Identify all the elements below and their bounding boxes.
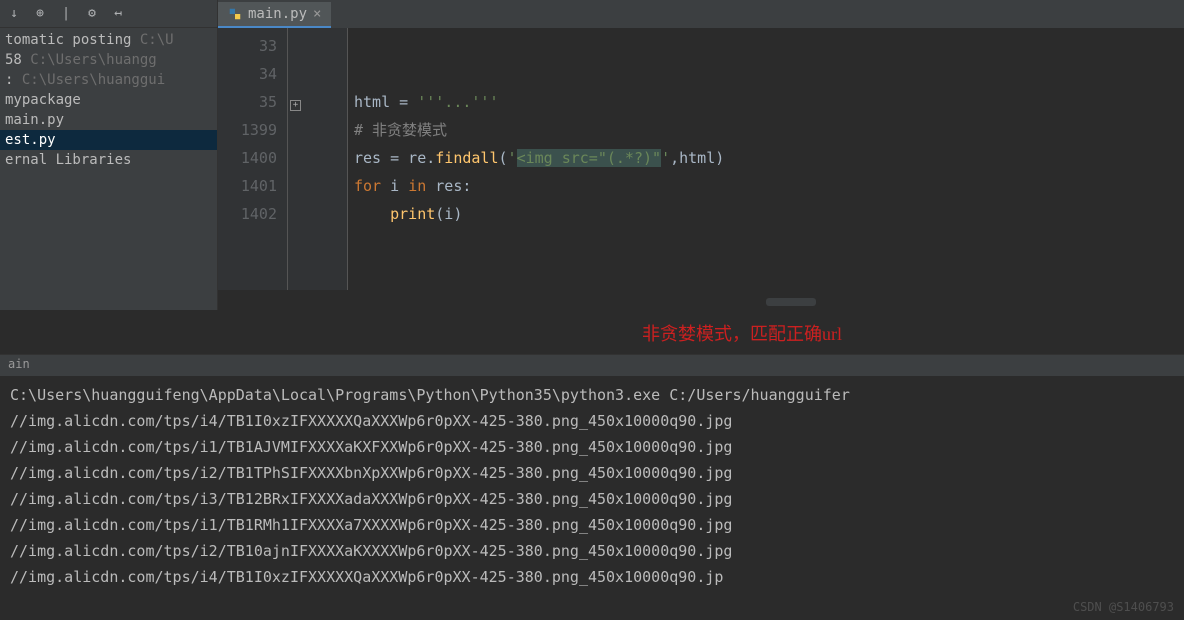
console-line: //img.alicdn.com/tps/i4/TB1I0xzIFXXXXXQa… [10, 564, 1174, 590]
console-line: //img.alicdn.com/tps/i2/TB10ajnIFXXXXaKX… [10, 538, 1174, 564]
code-line[interactable] [354, 60, 1178, 88]
console-line: //img.alicdn.com/tps/i1/TB1AJVMIFXXXXaKX… [10, 434, 1174, 460]
upper-pane: ↓ ⊕ | ⚙ ↤ tomatic posting C:\U58 C:\User… [0, 0, 1184, 310]
code-line[interactable]: res = re.findall('<img src="(.*?)"',html… [354, 144, 1178, 172]
code-content[interactable]: html = '''...'''# 非贪婪模式res = re.findall(… [348, 28, 1184, 290]
run-console[interactable]: C:\Users\huangguifeng\AppData\Local\Prog… [0, 376, 1184, 620]
gear-icon[interactable]: ⚙ [83, 5, 101, 23]
console-line: //img.alicdn.com/tps/i1/TB1RMh1IFXXXXa7X… [10, 512, 1174, 538]
project-tree[interactable]: tomatic posting C:\U58 C:\Users\huangg: … [0, 28, 217, 310]
code-line[interactable]: # 非贪婪模式 [354, 116, 1178, 144]
tree-item[interactable]: 58 C:\Users\huangg [0, 50, 217, 70]
project-sidebar: ↓ ⊕ | ⚙ ↤ tomatic posting C:\U58 C:\User… [0, 0, 218, 310]
divider-icon: | [57, 5, 75, 23]
editor-tabs: main.py × [218, 0, 1184, 28]
fold-gutter[interactable]: + [288, 28, 348, 290]
code-line[interactable] [354, 32, 1178, 60]
line-numbers: 3334351399140014011402 [218, 28, 288, 290]
status-bar: ain [0, 354, 1184, 376]
annotation-text: 非贪婪模式，匹配正确url [0, 310, 1184, 354]
editor-pane: main.py × 3334351399140014011402 + html … [218, 0, 1184, 310]
arrow-down-icon[interactable]: ↓ [5, 5, 23, 23]
tree-item[interactable]: tomatic posting C:\U [0, 30, 217, 50]
target-icon[interactable]: ⊕ [31, 5, 49, 23]
tree-item[interactable]: est.py [0, 130, 217, 150]
console-line: //img.alicdn.com/tps/i4/TB1I0xzIFXXXXXQa… [10, 408, 1174, 434]
code-line[interactable]: html = '''...''' [354, 88, 1178, 116]
console-line: C:\Users\huangguifeng\AppData\Local\Prog… [10, 382, 1174, 408]
tree-item[interactable]: main.py [0, 110, 217, 130]
tree-item[interactable]: : C:\Users\huanggui [0, 70, 217, 90]
watermark: CSDN @S1406793 [1073, 600, 1174, 614]
fold-expand-icon[interactable]: + [290, 100, 301, 111]
tree-item[interactable]: ernal Libraries [0, 150, 217, 170]
code-line[interactable]: for i in res: [354, 172, 1178, 200]
close-icon[interactable]: × [313, 6, 321, 22]
tab-main-py[interactable]: main.py × [218, 2, 331, 28]
console-line: //img.alicdn.com/tps/i3/TB12BRxIFXXXXada… [10, 486, 1174, 512]
horizontal-scrollbar[interactable] [218, 290, 1184, 310]
collapse-icon[interactable]: ↤ [109, 5, 127, 23]
tree-item[interactable]: mypackage [0, 90, 217, 110]
tab-label: main.py [248, 6, 307, 22]
status-text: ain [8, 357, 30, 371]
console-line: //img.alicdn.com/tps/i2/TB1TPhSIFXXXXbnX… [10, 460, 1174, 486]
python-file-icon [228, 7, 242, 21]
sidebar-toolbar: ↓ ⊕ | ⚙ ↤ [0, 0, 217, 28]
code-editor[interactable]: 3334351399140014011402 + html = '''...''… [218, 28, 1184, 290]
code-line[interactable]: print(i) [354, 200, 1178, 228]
